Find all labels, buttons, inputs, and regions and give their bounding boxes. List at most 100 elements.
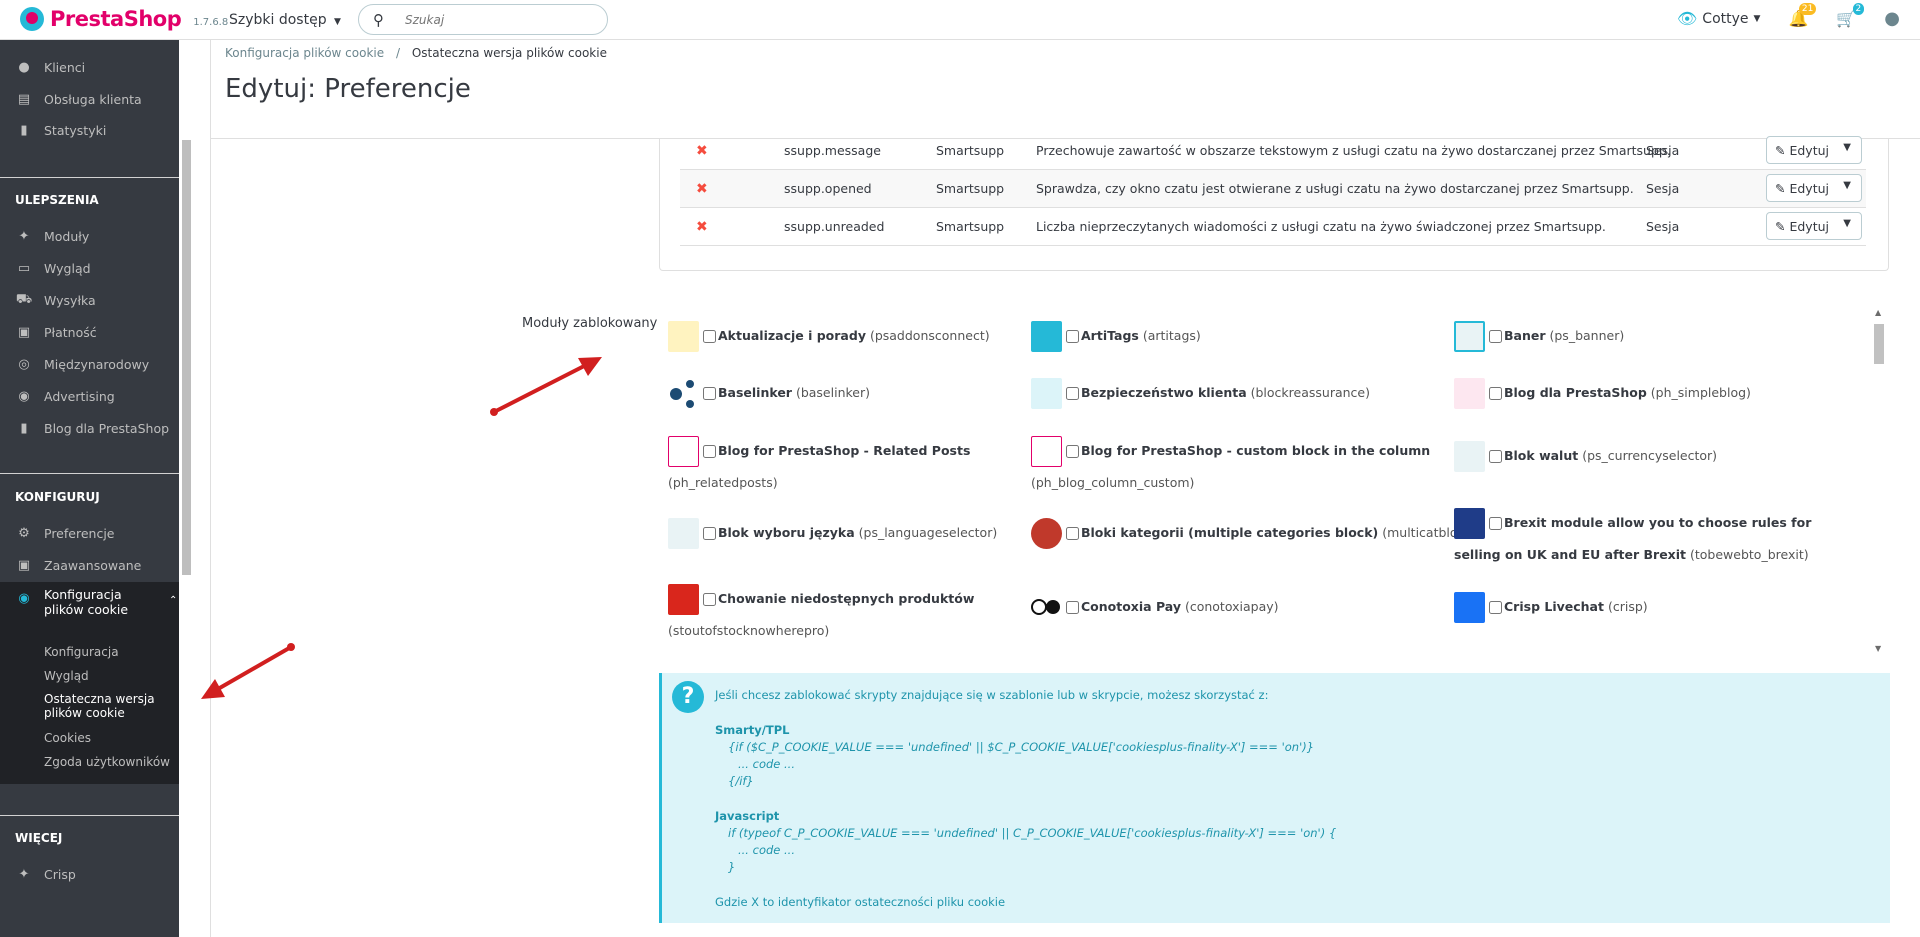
- info-js-title: Javascript: [715, 809, 780, 823]
- module-checkbox[interactable]: [1489, 387, 1502, 400]
- close-icon: ✖: [696, 142, 708, 159]
- sidebar-item-zaawansowane[interactable]: ▣ Zaawansowane: [0, 550, 179, 580]
- blog-icon: [1454, 378, 1485, 409]
- module-checkbox[interactable]: [1066, 387, 1079, 400]
- search-input[interactable]: [403, 9, 593, 30]
- breadcrumb-separator: /: [395, 46, 400, 60]
- edit-button[interactable]: ✎ Edytuj ▼: [1766, 174, 1862, 202]
- module-name: Blog for PrestaShop - Related Posts: [718, 443, 971, 458]
- sidebar-item-obsluga-klienta[interactable]: ▤ Obsługa klienta: [0, 84, 179, 114]
- module-checkbox[interactable]: [703, 387, 716, 400]
- logo[interactable]: PrestaShop 1.7.6.8: [20, 7, 228, 31]
- module-checkbox[interactable]: [1066, 445, 1079, 458]
- submenu-cookies[interactable]: Cookies: [44, 731, 91, 745]
- module-option: Crisp Livechat (crisp): [1454, 591, 1648, 623]
- edit-button[interactable]: ✎ Edytuj ▼: [1766, 212, 1862, 240]
- pencil-icon: ✎: [1775, 142, 1786, 158]
- target-icon: ◉: [18, 388, 30, 404]
- submenu-konfiguracja[interactable]: Konfiguracja: [44, 645, 119, 659]
- module-name: Crisp Livechat: [1504, 599, 1604, 614]
- module-checkbox[interactable]: [1066, 601, 1079, 614]
- search-icon[interactable]: ⚲: [373, 11, 384, 29]
- module-checkbox[interactable]: [1489, 601, 1502, 614]
- submenu-zgoda[interactable]: Zgoda użytkowników: [44, 755, 170, 769]
- module-name: Conotoxia Pay: [1081, 599, 1181, 614]
- breadcrumb-parent[interactable]: Konfiguracja plików cookie: [225, 46, 384, 60]
- module-checkbox[interactable]: [1066, 330, 1079, 343]
- currency-icon: [1454, 441, 1485, 472]
- info-alert: ? Jeśli chcesz zablokować skrypty znajdu…: [659, 673, 1890, 923]
- message-icon: ▤: [17, 91, 31, 107]
- sidebar-item-klienci[interactable]: ● Klienci: [0, 52, 179, 82]
- module-checkbox[interactable]: [1489, 450, 1502, 463]
- close-icon: ✖: [696, 180, 708, 197]
- sidebar-item-label: Wysyłka: [44, 292, 96, 308]
- module-checkbox[interactable]: [703, 527, 716, 540]
- module-checkbox[interactable]: [703, 330, 716, 343]
- caret-down-icon: ▼: [334, 17, 341, 27]
- sidebar-item-cookie-config[interactable]: ◉ Konfiguracja plików cookie ⌃: [0, 585, 179, 625]
- info-intro: Jeśli chcesz zablokować skrypty znajdują…: [715, 688, 1269, 702]
- edit-button[interactable]: ✎ Edytuj ▼: [1766, 136, 1862, 164]
- sidebar-item-wysylka[interactable]: ⛟ Wysyłka: [0, 285, 179, 315]
- info-smarty-line: ... code ...: [738, 757, 795, 771]
- sidebar-item-blog[interactable]: ▮ Blog dla PrestaShop: [0, 413, 179, 443]
- close-icon: ✖: [696, 218, 708, 235]
- caret-down-icon[interactable]: ▼: [1843, 142, 1851, 153]
- module-name: Aktualizacje i porady: [718, 328, 866, 343]
- orders-button[interactable]: 🛒 2: [1836, 3, 1865, 28]
- sidebar-item-miedzynarodowy[interactable]: ◎ Międzynarodowy: [0, 349, 179, 379]
- section-wiecej: WIĘCEJ: [15, 831, 63, 845]
- sidebar-scrollbar[interactable]: [179, 40, 193, 937]
- info-js-line: if (typeof C_P_COOKIE_VALUE === 'undefin…: [728, 826, 1337, 840]
- shop-view-dropdown[interactable]: 👁 Cottye ▼: [1677, 9, 1760, 28]
- chat-icon: [1454, 592, 1485, 623]
- caret-down-icon[interactable]: ▼: [1843, 218, 1851, 229]
- cookie-provider: Smartsupp: [936, 143, 1005, 158]
- account-icon: ●: [1884, 8, 1900, 29]
- caret-down-icon[interactable]: ▼: [1843, 180, 1851, 191]
- module-option: ArtiTags (artitags): [1031, 320, 1201, 352]
- sold-out-icon: [668, 584, 699, 615]
- brexit-flag-icon: [1454, 508, 1485, 539]
- scroll-up-icon[interactable]: ▲: [1875, 308, 1881, 317]
- sidebar-item-preferencje[interactable]: ⚙ Preferencje: [0, 518, 179, 548]
- module-checkbox[interactable]: [1489, 330, 1502, 343]
- user-shop-label: Cottye: [1702, 10, 1749, 27]
- sidebar-item-label: Płatność: [44, 324, 97, 340]
- sidebar-divider: [0, 473, 179, 474]
- sidebar-item-advertising[interactable]: ◉ Advertising: [0, 381, 179, 411]
- globe-icon: ◎: [18, 356, 30, 372]
- sidebar-item-moduly[interactable]: ✦ Moduły: [0, 221, 179, 251]
- module-name: Blok walut: [1504, 448, 1579, 463]
- module-option: Bloki kategorii (multiple categories blo…: [1031, 517, 1483, 549]
- sidebar-item-statystyki[interactable]: ▮ Statystyki: [0, 115, 179, 145]
- cookie-name: ssupp.message: [784, 143, 881, 158]
- submenu-ostateczna-wersja[interactable]: Ostateczna wersja plików cookie: [44, 692, 169, 720]
- module-checkbox[interactable]: [703, 593, 716, 606]
- chevron-up-icon: ⌃: [169, 595, 178, 606]
- baselinker-icon: [668, 378, 699, 409]
- module-tech: (ph_simpleblog): [1650, 385, 1751, 400]
- scrollbar-thumb[interactable]: [1874, 324, 1884, 364]
- module-checkbox[interactable]: [1489, 517, 1502, 530]
- sidebar-divider: [0, 177, 179, 178]
- sidebar-item-label: Moduły: [44, 228, 90, 244]
- cookie-provider: Smartsupp: [936, 181, 1005, 196]
- module-option: Bezpieczeństwo klienta (blockreassurance…: [1031, 377, 1370, 409]
- account-button[interactable]: ●: [1884, 8, 1900, 29]
- scrollbar-thumb[interactable]: [182, 140, 191, 575]
- module-tech: (artitags): [1142, 328, 1201, 343]
- notifications-button[interactable]: 🔔 21: [1788, 3, 1817, 28]
- sidebar-item-platnosc[interactable]: ▣ Płatność: [0, 317, 179, 347]
- sidebar-item-wyglad[interactable]: ▭ Wygląd: [0, 253, 179, 283]
- module-checkbox[interactable]: [1066, 527, 1079, 540]
- module-name: Baner: [1504, 328, 1546, 343]
- annotation-arrow: [490, 357, 602, 416]
- scroll-down-icon[interactable]: ▼: [1875, 644, 1881, 653]
- modules-scrollbar[interactable]: ▲ ▼: [1872, 308, 1886, 654]
- quick-access-dropdown[interactable]: Szybki dostęp ▼: [229, 12, 341, 28]
- submenu-wyglad[interactable]: Wygląd: [44, 669, 89, 683]
- module-checkbox[interactable]: [703, 445, 716, 458]
- sidebar-item-crisp[interactable]: ✦ Crisp: [0, 859, 179, 889]
